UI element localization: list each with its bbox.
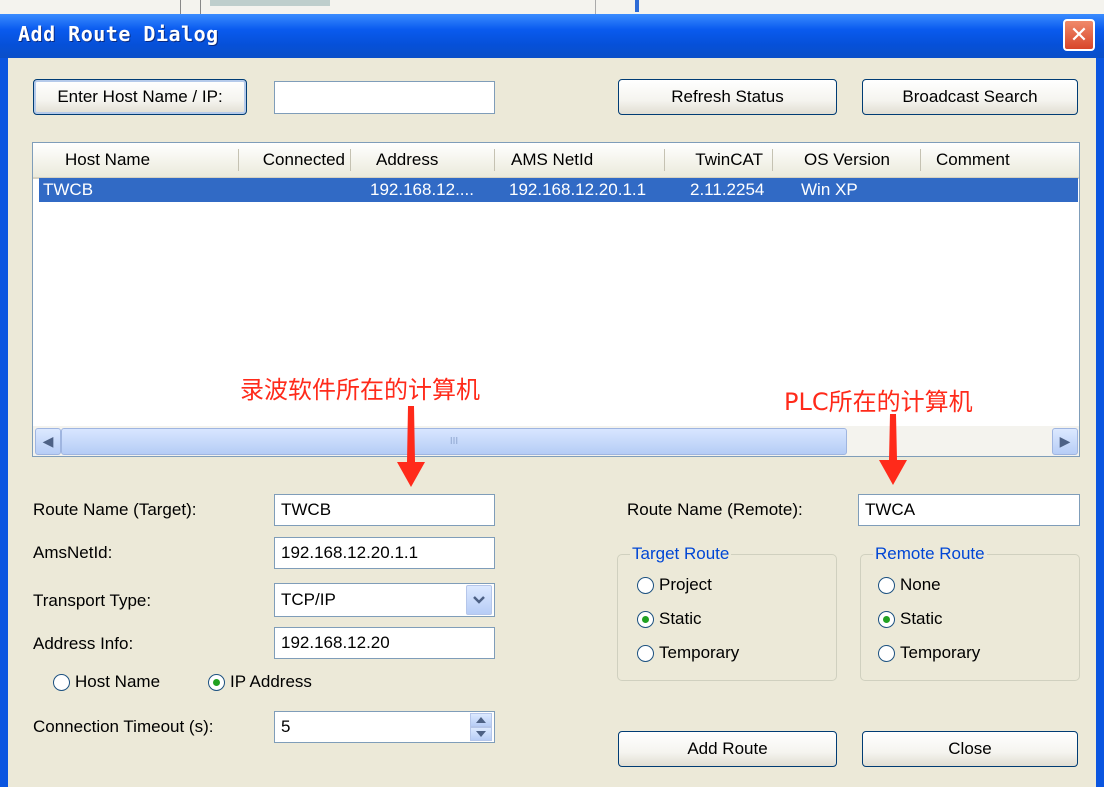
close-window-button[interactable]: ✕ — [1063, 19, 1095, 51]
amsnetid-label: AmsNetId: — [33, 543, 113, 562]
address-info-label: Address Info: — [33, 634, 134, 653]
column-header-twincat[interactable]: TwinCAT — [665, 143, 773, 179]
arrow-left-icon: ◀ — [42, 433, 54, 449]
horizontal-scrollbar[interactable]: ◀ III ▶ — [33, 426, 1079, 456]
table-row[interactable]: TWCB 192.168.12.... 192.168.12.20.1.1 2.… — [39, 178, 1078, 202]
background-window-strip — [0, 0, 1104, 14]
target-route-title: Target Route — [630, 544, 732, 564]
address-info-input[interactable]: 192.168.12.20 — [274, 627, 495, 659]
grip-icon: III — [449, 436, 459, 447]
annotation-arrow-left-icon — [397, 406, 425, 487]
target-route-static[interactable]: Static — [637, 609, 702, 629]
spin-down-button[interactable] — [470, 727, 492, 741]
remote-route-none[interactable]: None — [878, 575, 941, 595]
column-header-host-name[interactable]: Host Name — [33, 143, 239, 179]
radio-circle-selected — [208, 673, 225, 691]
column-header-os-version[interactable]: OS Version — [773, 143, 921, 179]
timeout-value: 5 — [281, 717, 291, 736]
dialog-title: Add Route Dialog — [18, 22, 219, 46]
connection-timeout-spinner[interactable]: 5 — [274, 711, 495, 743]
radio-circle-selected — [878, 610, 895, 628]
arrow-right-icon: ▶ — [1059, 433, 1071, 449]
add-route-button[interactable]: Add Route — [618, 731, 837, 767]
close-icon: ✕ — [1069, 22, 1089, 48]
chevron-down-icon — [473, 596, 485, 604]
transport-type-label: Transport Type: — [33, 591, 152, 610]
enter-host-button[interactable]: Enter Host Name / IP: — [33, 79, 247, 115]
route-name-target-input[interactable]: TWCB — [274, 494, 495, 526]
column-header-comment[interactable]: Comment — [921, 143, 1079, 179]
radio-circle — [637, 644, 654, 662]
cell-host-name: TWCB — [43, 180, 94, 199]
radio-circle — [878, 644, 895, 662]
column-header-connected[interactable]: Connected — [239, 143, 351, 179]
spin-up-icon — [476, 717, 486, 723]
spin-down-icon — [476, 731, 486, 737]
scroll-left-button[interactable]: ◀ — [35, 428, 61, 455]
broadcast-search-button[interactable]: Broadcast Search — [862, 79, 1078, 115]
cell-os-version: Win XP — [801, 180, 858, 199]
radio-circle — [637, 576, 654, 594]
target-route-temporary[interactable]: Temporary — [637, 643, 739, 663]
transport-type-value: TCP/IP — [281, 590, 336, 609]
column-header-ams-netid[interactable]: AMS NetId — [495, 143, 665, 179]
cell-address: 192.168.12.... — [370, 180, 474, 199]
connection-timeout-label: Connection Timeout (s): — [33, 717, 214, 736]
radio-circle-selected — [637, 610, 654, 628]
remote-route-temporary[interactable]: Temporary — [878, 643, 980, 663]
radio-ip-address[interactable]: IP Address — [208, 672, 312, 692]
radio-circle — [878, 576, 895, 594]
target-route-project[interactable]: Project — [637, 575, 712, 595]
scroll-right-button[interactable]: ▶ — [1052, 428, 1078, 455]
route-name-target-label: Route Name (Target): — [33, 500, 197, 519]
route-name-remote-label: Route Name (Remote): — [627, 500, 803, 519]
remote-route-title: Remote Route — [873, 544, 987, 564]
annotation-right: PLC所在的计算机 — [784, 388, 973, 416]
cell-ams-netid: 192.168.12.20.1.1 — [509, 180, 647, 199]
radio-circle — [53, 673, 70, 691]
annotation-left: 录波软件所在的计算机 — [240, 376, 480, 404]
dropdown-button[interactable] — [466, 585, 492, 615]
route-name-remote-input[interactable]: TWCA — [858, 494, 1080, 526]
amsnetid-input[interactable]: 192.168.12.20.1.1 — [274, 537, 495, 569]
close-button[interactable]: Close — [862, 731, 1078, 767]
spin-up-button[interactable] — [470, 713, 492, 727]
host-ip-input[interactable] — [274, 81, 495, 114]
column-header-address[interactable]: Address — [351, 143, 495, 179]
scrollbar-thumb[interactable]: III — [61, 428, 847, 455]
transport-type-select[interactable]: TCP/IP — [274, 583, 495, 617]
annotation-arrow-right-icon — [879, 414, 907, 485]
remote-route-static[interactable]: Static — [878, 609, 943, 629]
radio-host-name[interactable]: Host Name — [53, 672, 160, 692]
cell-twincat: 2.11.2254 — [690, 180, 765, 199]
refresh-status-button[interactable]: Refresh Status — [618, 79, 837, 115]
